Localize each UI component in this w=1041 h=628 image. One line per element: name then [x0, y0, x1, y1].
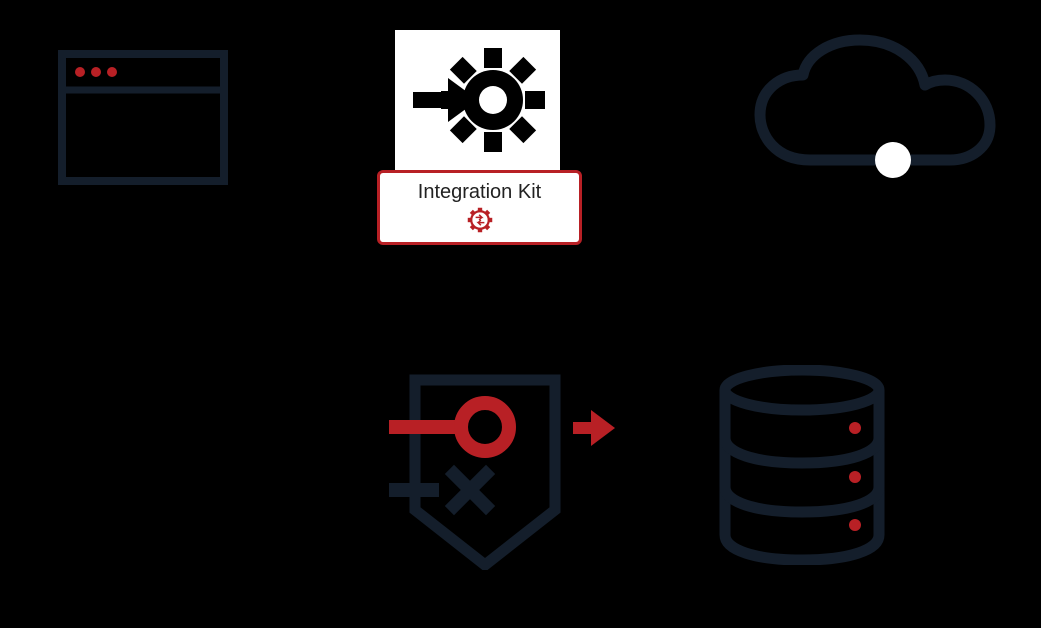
integration-gear-icon — [466, 206, 494, 234]
cloud-icon — [745, 30, 1000, 190]
integration-kit-box: Integration Kit — [377, 170, 582, 245]
integration-kit-label: Integration Kit — [418, 181, 541, 204]
browser-window-icon — [58, 50, 228, 185]
firewall-access-icon — [385, 370, 620, 570]
gear-arrow-icon — [395, 30, 560, 170]
database-icon — [715, 365, 890, 565]
